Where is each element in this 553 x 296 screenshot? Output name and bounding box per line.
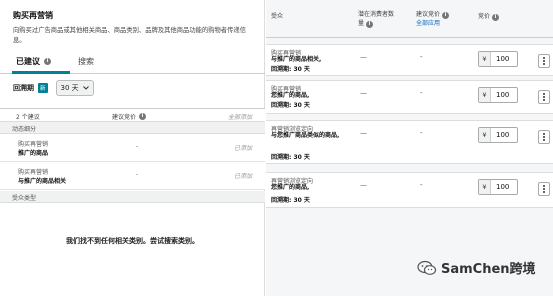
add-all-button[interactable]: 全部添加: [228, 112, 252, 121]
audience-target: 您推广的商品,: [271, 184, 310, 191]
audience-card: 再营销浏览定向 与您推广商品类似的商品, 回溯期: 30 天 — - ¥ 100: [266, 120, 553, 164]
potential-value: —: [360, 89, 367, 97]
audience-target: 您推广的商品,: [271, 92, 310, 99]
audience-card: 购买再营销 您推广的商品, 回溯期: 30 天 — - ¥ 100: [266, 80, 553, 114]
tab-suggested-label: 已建议: [16, 57, 40, 66]
list-item: 购买再营销 与推广的商品相关 - 已添加: [0, 162, 265, 190]
bid-value: 100: [496, 131, 510, 139]
lookback-value: 30 天: [60, 84, 79, 92]
bid-input[interactable]: ¥ 100: [478, 179, 518, 195]
bid-value: 100: [496, 55, 510, 63]
panel-title: 购买再营销: [13, 11, 53, 20]
list-item: 购买再营销 推广的商品 - 已添加: [0, 134, 265, 162]
info-icon[interactable]: i: [139, 113, 147, 120]
suggestions-table-header: 2 个建议 建议竞价 i 全部添加: [0, 108, 265, 122]
bid-value: 100: [496, 183, 510, 191]
audience-lookback: 回溯期: 30 天: [271, 66, 310, 73]
selected-audiences-panel: 受众 潜在消费者数 量 i 建议竞价 i 全部应用 竞价 i 购买再营销 与推广…: [266, 0, 553, 296]
tab-search-label: 搜索: [78, 57, 94, 66]
bid-column-header: 建议竞价 i: [112, 112, 147, 121]
suggestion-name: 推广的商品: [18, 150, 49, 157]
currency-symbol: ¥: [479, 128, 491, 142]
more-options-icon[interactable]: [538, 90, 550, 104]
suggested-bid: -: [136, 171, 139, 178]
audience-card: 再营销浏览定向 您推广的商品, 回溯期: 30 天 — - ¥ 100: [266, 172, 553, 208]
watermark-text: SamChen跨境: [441, 262, 536, 277]
wechat-icon: [417, 260, 437, 275]
audience-lookback: 回溯期: 30 天: [271, 154, 310, 161]
info-icon[interactable]: i: [491, 14, 499, 21]
potential-value: —: [360, 181, 367, 189]
empty-state-message: 我们找不到任何相关类别。尝试搜索类别。: [66, 237, 199, 245]
suggestion-name: 与推广的商品相关: [18, 178, 67, 185]
suggested-bid-value: -: [420, 89, 423, 97]
lookback-label: 回溯期: [13, 84, 34, 92]
potential-label-line1: 潜在消费者数: [358, 11, 395, 18]
info-icon[interactable]: i: [441, 12, 449, 19]
potential-column-header: 潜在消费者数 量 i: [358, 10, 394, 28]
group-dynamic-segments: 动态细分: [0, 122, 265, 134]
suggestions-panel: 购买再营销 向购买过广告商品或其他相关商品、商品类别、品牌及其他商品功能的购物者…: [0, 0, 265, 296]
watermark: SamChen跨境: [417, 258, 536, 277]
suggested-bid-column-header: 建议竞价 i 全部应用: [416, 10, 449, 28]
currency-symbol: ¥: [479, 88, 491, 102]
group-audience-type: 受众类型: [0, 191, 265, 203]
suggested-bid-value: -: [420, 181, 423, 189]
bid-input[interactable]: ¥ 100: [478, 127, 518, 143]
suggestion-type: 购买再营销: [18, 169, 49, 176]
potential-value: —: [360, 53, 367, 61]
currency-symbol: ¥: [479, 52, 491, 66]
info-icon[interactable]: i: [44, 58, 51, 65]
bid-input[interactable]: ¥ 100: [478, 51, 518, 67]
tab-search[interactable]: 搜索: [78, 56, 94, 67]
group-label: 受众类型: [12, 195, 37, 202]
new-badge: 新: [38, 83, 48, 93]
info-icon[interactable]: i: [365, 21, 373, 28]
bid-value: 100: [496, 91, 510, 99]
suggested-bid: -: [136, 143, 139, 150]
chevron-down-icon: [82, 86, 89, 90]
more-options-icon[interactable]: [538, 54, 550, 68]
currency-symbol: ¥: [479, 180, 491, 194]
suggested-bid-value: -: [420, 129, 423, 137]
potential-label-line2: 量: [358, 20, 365, 27]
active-tab-indicator: [12, 71, 70, 74]
audience-target: 与推广的商品相关,: [271, 56, 322, 63]
suggestion-count: 2 个建议: [16, 114, 40, 121]
lookback-control: 回溯期 新 30 天: [13, 80, 94, 96]
panel-description: 向购买过广告商品或其他相关商品、商品类别、品牌及其他商品功能的购物者传递信息。: [13, 27, 246, 44]
audience-lookback: 回溯期: 30 天: [271, 102, 310, 109]
bid-column-label: 建议竞价: [112, 114, 137, 121]
audience-card: 购买再营销 与推广的商品相关, 回溯期: 30 天 — - ¥ 100: [266, 44, 553, 76]
added-status[interactable]: 已添加: [234, 171, 252, 180]
bid-column-header: 竞价 i: [478, 12, 499, 21]
lookback-select[interactable]: 30 天: [55, 80, 94, 96]
tab-suggested[interactable]: 已建议 i: [16, 56, 51, 67]
suggested-bid-label: 建议竞价: [416, 11, 441, 18]
bid-input[interactable]: ¥ 100: [478, 87, 518, 103]
bid-label: 竞价: [478, 13, 491, 20]
potential-value: —: [360, 129, 367, 137]
tab-bar: 已建议 i 搜索: [0, 52, 265, 74]
selected-table-header: 受众 潜在消费者数 量 i 建议竞价 i 全部应用 竞价 i: [266, 0, 553, 38]
panel-header: 购买再营销 向购买过广告商品或其他相关商品、商品类别、品牌及其他商品功能的购物者…: [0, 0, 264, 52]
more-options-icon[interactable]: [538, 130, 550, 144]
audience-column-header: 受众: [271, 13, 284, 20]
apply-all-link[interactable]: 全部应用: [416, 20, 440, 27]
audience-target: 与您推广商品类似的商品,: [271, 132, 340, 139]
added-status[interactable]: 已添加: [234, 143, 252, 152]
more-options-icon[interactable]: [538, 182, 550, 196]
suggested-bid-value: -: [420, 53, 423, 61]
group-label: 动态细分: [12, 126, 37, 133]
suggestion-type: 购买再营销: [18, 141, 49, 148]
audience-lookback: 回溯期: 30 天: [271, 197, 310, 204]
